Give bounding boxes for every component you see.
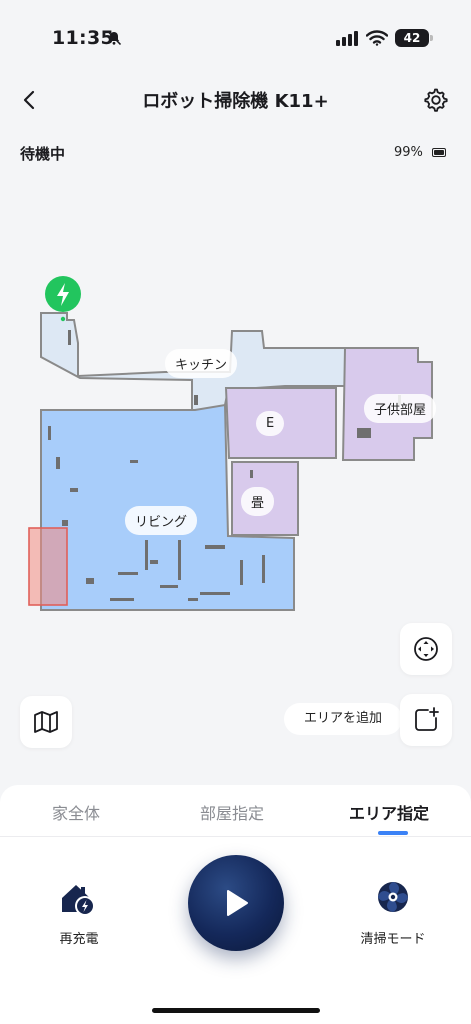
- tab-indicator: [378, 831, 408, 835]
- tab-room[interactable]: 部屋指定: [200, 800, 264, 824]
- crosshair-icon: [414, 637, 438, 661]
- fan-icon: [378, 882, 408, 912]
- room-label-kids-room[interactable]: 子供部屋: [364, 394, 437, 423]
- room-label-e[interactable]: E: [256, 411, 285, 436]
- clean-mode-label: 清掃モード: [360, 932, 426, 947]
- clean-mode-button[interactable]: [374, 878, 412, 916]
- phone-battery-icon: 42: [395, 29, 429, 47]
- battery-nub: [430, 35, 433, 41]
- device-status: 待機中: [20, 145, 66, 163]
- gear-icon[interactable]: [422, 86, 450, 114]
- home-indicator[interactable]: [152, 1008, 320, 1013]
- room-label-kitchen[interactable]: キッチン: [165, 349, 238, 378]
- silent-bell-icon: [107, 30, 122, 46]
- phone-battery-level: 42: [403, 31, 421, 45]
- room-label-living[interactable]: リビング: [125, 506, 198, 535]
- tab-whole-home[interactable]: 家全体: [52, 800, 100, 824]
- device-battery-icon: [432, 148, 446, 157]
- recharge-label: 再充電: [59, 932, 99, 947]
- device-battery-percent: 99%: [394, 145, 423, 160]
- tab-divider: [0, 836, 471, 837]
- floor-map[interactable]: [0, 260, 471, 630]
- tab-area[interactable]: エリア指定: [349, 800, 429, 824]
- room-label-tatami[interactable]: 畳: [241, 487, 275, 516]
- cellular-signal-icon: [336, 31, 358, 46]
- map-view-button[interactable]: [20, 696, 72, 748]
- status-time: 11:35: [52, 27, 114, 49]
- wifi-icon: [366, 30, 388, 46]
- add-area-button[interactable]: [400, 694, 452, 746]
- add-square-icon: [415, 707, 439, 731]
- recharge-button[interactable]: [58, 878, 100, 920]
- map-zone: [28, 527, 68, 606]
- recenter-button[interactable]: [400, 623, 452, 675]
- play-icon: [227, 890, 248, 916]
- add-area-pill[interactable]: エリアを追加: [284, 703, 403, 735]
- map-icon: [34, 711, 58, 733]
- page-title: ロボット掃除機 K11+: [142, 91, 329, 112]
- home-charge-icon: [62, 885, 95, 916]
- play-button[interactable]: [188, 855, 284, 951]
